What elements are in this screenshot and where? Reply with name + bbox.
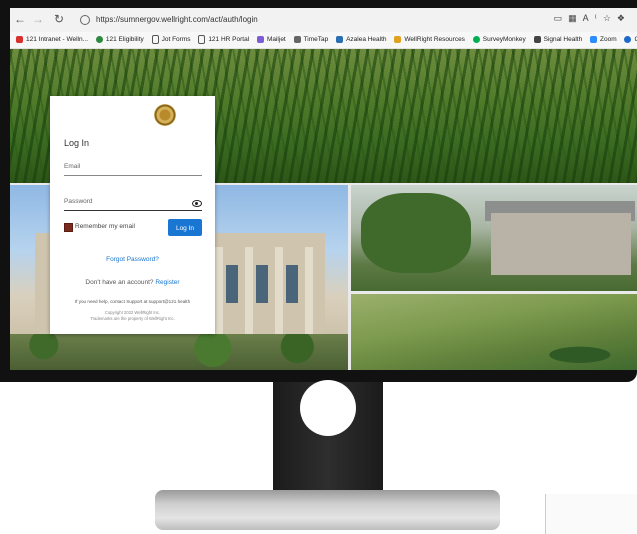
favorite-icon[interactable]: ☆ xyxy=(603,13,617,23)
courthouse-column xyxy=(305,247,313,343)
courthouse-column xyxy=(275,247,283,343)
refresh-icon[interactable]: ↻ xyxy=(54,12,64,26)
send-icon xyxy=(256,35,264,43)
password-underline xyxy=(64,210,202,211)
support-text: If you need help, contact Support at sup… xyxy=(74,299,191,304)
farmland-photo xyxy=(351,294,637,370)
copyright-text: Copyright 2022 WellRight Inc. Trademarks… xyxy=(50,310,215,322)
page-icon xyxy=(151,34,159,44)
bookmark-121-eligibility[interactable]: 121 Eligibility xyxy=(95,32,144,48)
bookmark-jot-forms[interactable]: Jot Forms xyxy=(151,32,191,48)
courthouse-trees xyxy=(10,334,348,370)
toolbar-icons: ▭▦A⁽☆❖ xyxy=(554,13,631,24)
courthouse-window xyxy=(256,265,268,303)
monitor-bezel: ← → ↻ https://sumnergov.wellright.com/ac… xyxy=(0,0,637,382)
bookmark-121-intranet[interactable]: 121 Intranet - Welln... xyxy=(16,32,88,48)
password-field[interactable]: Password xyxy=(64,198,93,205)
bookmark-mailjet[interactable]: Mailjet xyxy=(256,32,286,48)
login-title: Log In xyxy=(64,138,90,148)
surveymonkey-icon xyxy=(472,35,480,43)
url-field[interactable]: https://sumnergov.wellright.com/act/auth… xyxy=(80,12,258,28)
trademark-line: Trademarks are the property of WellRight… xyxy=(90,316,175,321)
read-aloud-icon[interactable]: A⁽ xyxy=(583,13,603,23)
register-prompt: Don't have an account? Register xyxy=(50,279,215,286)
azalea-icon xyxy=(336,35,344,43)
bookmarks-bar: 121 Intranet - Welln... 121 Eligibility … xyxy=(10,32,637,49)
courthouse-column xyxy=(215,247,223,343)
bookmark-zoom[interactable]: Zoom xyxy=(590,32,617,48)
courthouse-column xyxy=(245,247,253,343)
forgot-password-link[interactable]: Forgot Password? xyxy=(50,256,215,263)
bookmark-azalea-health[interactable]: Azalea Health xyxy=(336,32,387,48)
barn-photo xyxy=(351,185,637,291)
signal-icon xyxy=(533,35,541,43)
courthouse-window xyxy=(226,265,238,303)
page-icon xyxy=(198,34,206,44)
zoom-icon xyxy=(590,35,598,43)
bookmark-favicon-icon xyxy=(624,35,632,43)
remember-email-checkbox[interactable] xyxy=(64,223,73,232)
remember-email-label[interactable]: Remember my email xyxy=(75,223,135,230)
grid-icon[interactable]: ▦ xyxy=(568,13,583,23)
forward-icon[interactable]: → xyxy=(32,12,44,26)
timetap-icon xyxy=(293,35,301,43)
register-link[interactable]: Register xyxy=(155,279,179,286)
wellright-icon xyxy=(394,35,402,43)
barn-building xyxy=(491,213,631,275)
tree xyxy=(361,193,471,273)
site-info-icon[interactable] xyxy=(80,14,90,25)
courthouse-window xyxy=(286,265,298,303)
email-underline xyxy=(64,175,202,176)
extensions-icon[interactable]: ❖ xyxy=(617,13,631,23)
bookmark-favicon-icon xyxy=(95,35,103,43)
tab-icon[interactable]: ▭ xyxy=(554,13,569,23)
bookmark-121-hr-portal[interactable]: 121 HR Portal xyxy=(198,32,249,48)
back-icon[interactable]: ← xyxy=(14,12,26,26)
bookmark-signal-health[interactable]: Signal Health xyxy=(533,32,582,48)
show-password-icon[interactable] xyxy=(192,200,202,207)
stand-cable-hole xyxy=(300,380,356,436)
bookmark-favicon-icon xyxy=(16,35,23,43)
bookmark-ce[interactable]: Ce xyxy=(624,32,637,48)
county-seal-logo xyxy=(154,104,176,126)
url-text: https://sumnergov.wellright.com/act/auth… xyxy=(96,15,258,24)
bookmark-wellright-resources[interactable]: WellRight Resources xyxy=(394,32,465,48)
no-account-text: Don't have an account? xyxy=(85,279,154,286)
login-page: Log In Email Password Remember my email … xyxy=(10,49,637,370)
bookmark-timetap[interactable]: TimeTap xyxy=(293,32,328,48)
bookmark-surveymonkey[interactable]: SurveyMonkey xyxy=(472,32,526,48)
login-card: Log In Email Password Remember my email … xyxy=(50,96,215,334)
browser-address-bar: ← → ↻ https://sumnergov.wellright.com/ac… xyxy=(10,8,637,33)
background-object xyxy=(545,494,637,534)
monitor-stand-base xyxy=(155,490,500,530)
email-field[interactable]: Email xyxy=(64,163,80,170)
login-button[interactable]: Log In xyxy=(168,219,202,236)
monitor-screen: ← → ↻ https://sumnergov.wellright.com/ac… xyxy=(10,8,637,370)
